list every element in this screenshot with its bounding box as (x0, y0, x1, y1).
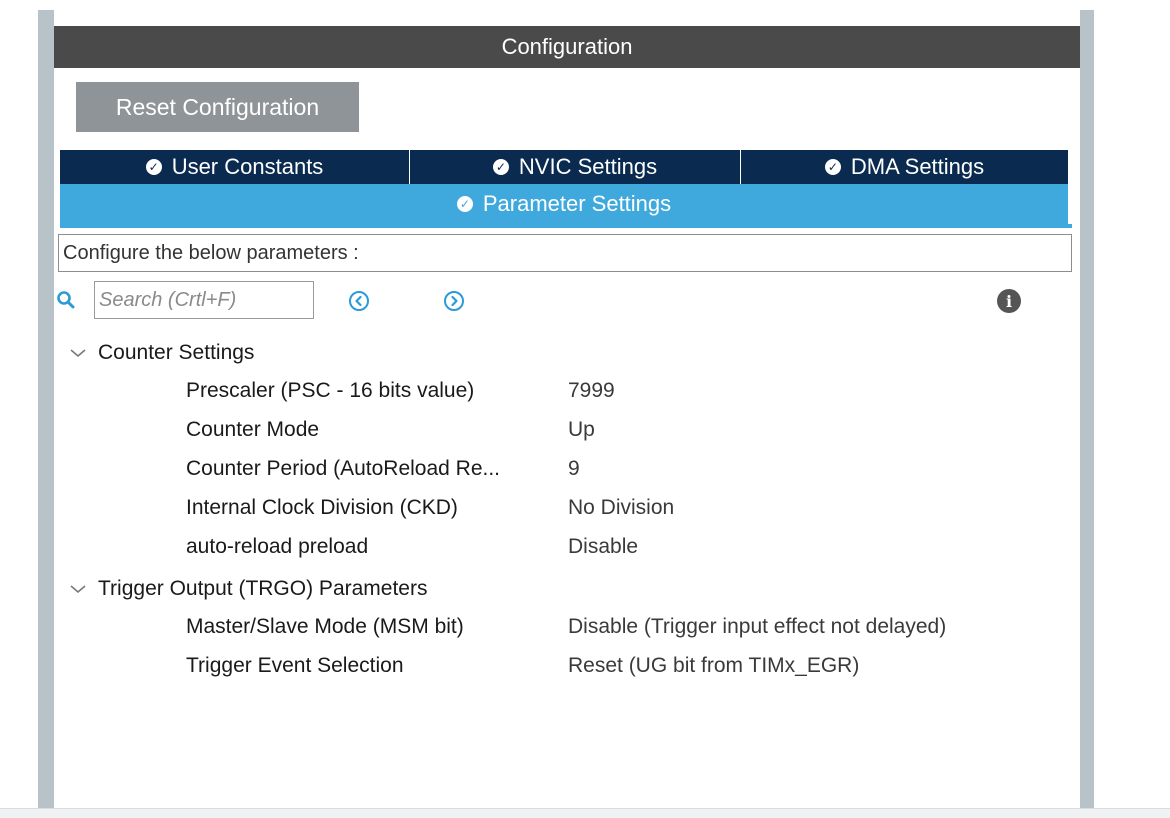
param-name: Prescaler (PSC - 16 bits value) (186, 379, 475, 402)
param-name: Counter Period (AutoReload Re... (186, 457, 501, 480)
tab-label: NVIC Settings (518, 154, 658, 179)
tab-label: DMA Settings (850, 154, 985, 179)
param-row-clock-division[interactable]: Internal Clock Division (CKD) No Divisio… (54, 489, 1080, 527)
panel-title: Configuration (54, 26, 1080, 68)
active-tab-underline (60, 224, 1072, 228)
configuration-panel: Configuration Reset Configuration ✓ User… (54, 10, 1080, 808)
parameters-description: Configure the below parameters : (58, 234, 1072, 272)
param-name: Internal Clock Division (CKD) (186, 496, 458, 519)
group-label: Counter Settings (98, 341, 255, 364)
tab-dma-settings[interactable]: ✓ DMA Settings (741, 150, 1068, 184)
info-icon[interactable]: i (997, 289, 1021, 313)
param-value: No Division (568, 496, 675, 519)
group-label: Trigger Output (TRGO) Parameters (98, 577, 428, 600)
check-circle-icon: ✓ (492, 159, 509, 175)
check-circle-icon: ✓ (824, 159, 841, 175)
left-frame-border (38, 10, 54, 808)
search-icon (57, 291, 75, 309)
param-row-counter-period[interactable]: Counter Period (AutoReload Re... 9 (54, 450, 1080, 488)
param-value: 9 (568, 457, 580, 480)
previous-match-icon[interactable] (348, 290, 370, 312)
param-value: Up (568, 418, 595, 441)
param-row-prescaler[interactable]: Prescaler (PSC - 16 bits value) 7999 (54, 372, 1080, 410)
param-row-counter-mode[interactable]: Counter Mode Up (54, 411, 1080, 449)
param-name: Trigger Event Selection (186, 654, 404, 677)
search-input[interactable]: Search (Crtl+F) (94, 281, 314, 319)
tab-label: User Constants (171, 154, 324, 179)
param-name: Master/Slave Mode (MSM bit) (186, 615, 464, 638)
param-row-master-slave-mode[interactable]: Master/Slave Mode (MSM bit) Disable (Tri… (54, 608, 1080, 646)
param-value: Disable (Trigger input effect not delaye… (568, 615, 947, 638)
param-value: 7999 (568, 379, 615, 402)
param-value: Reset (UG bit from TIMx_EGR) (568, 654, 860, 677)
chevron-down-icon (70, 349, 86, 358)
param-row-trigger-event-selection[interactable]: Trigger Event Selection Reset (UG bit fr… (54, 647, 1080, 685)
reset-configuration-button[interactable]: Reset Configuration (76, 82, 359, 132)
tab-nvic-settings[interactable]: ✓ NVIC Settings (410, 150, 741, 184)
tab-bar: ✓ User Constants ✓ NVIC Settings ✓ DMA S… (60, 150, 1068, 184)
tab-user-constants[interactable]: ✓ User Constants (60, 150, 410, 184)
group-counter-settings[interactable]: Counter Settings (68, 335, 254, 371)
chevron-down-icon (70, 585, 86, 594)
tab-label: Parameter Settings (482, 191, 672, 216)
param-value: Disable (568, 535, 639, 558)
right-frame-border (1080, 10, 1094, 808)
param-name: Counter Mode (186, 418, 320, 441)
check-circle-icon: ✓ (145, 159, 162, 175)
param-row-auto-reload-preload[interactable]: auto-reload preload Disable (54, 528, 1080, 566)
param-name: auto-reload preload (186, 535, 369, 558)
tab-parameter-settings[interactable]: ✓ Parameter Settings (60, 184, 1068, 224)
bottom-frame-border (0, 808, 1170, 818)
check-circle-icon: ✓ (456, 196, 473, 212)
group-trigger-output[interactable]: Trigger Output (TRGO) Parameters (68, 571, 427, 607)
next-match-icon[interactable] (443, 290, 465, 312)
